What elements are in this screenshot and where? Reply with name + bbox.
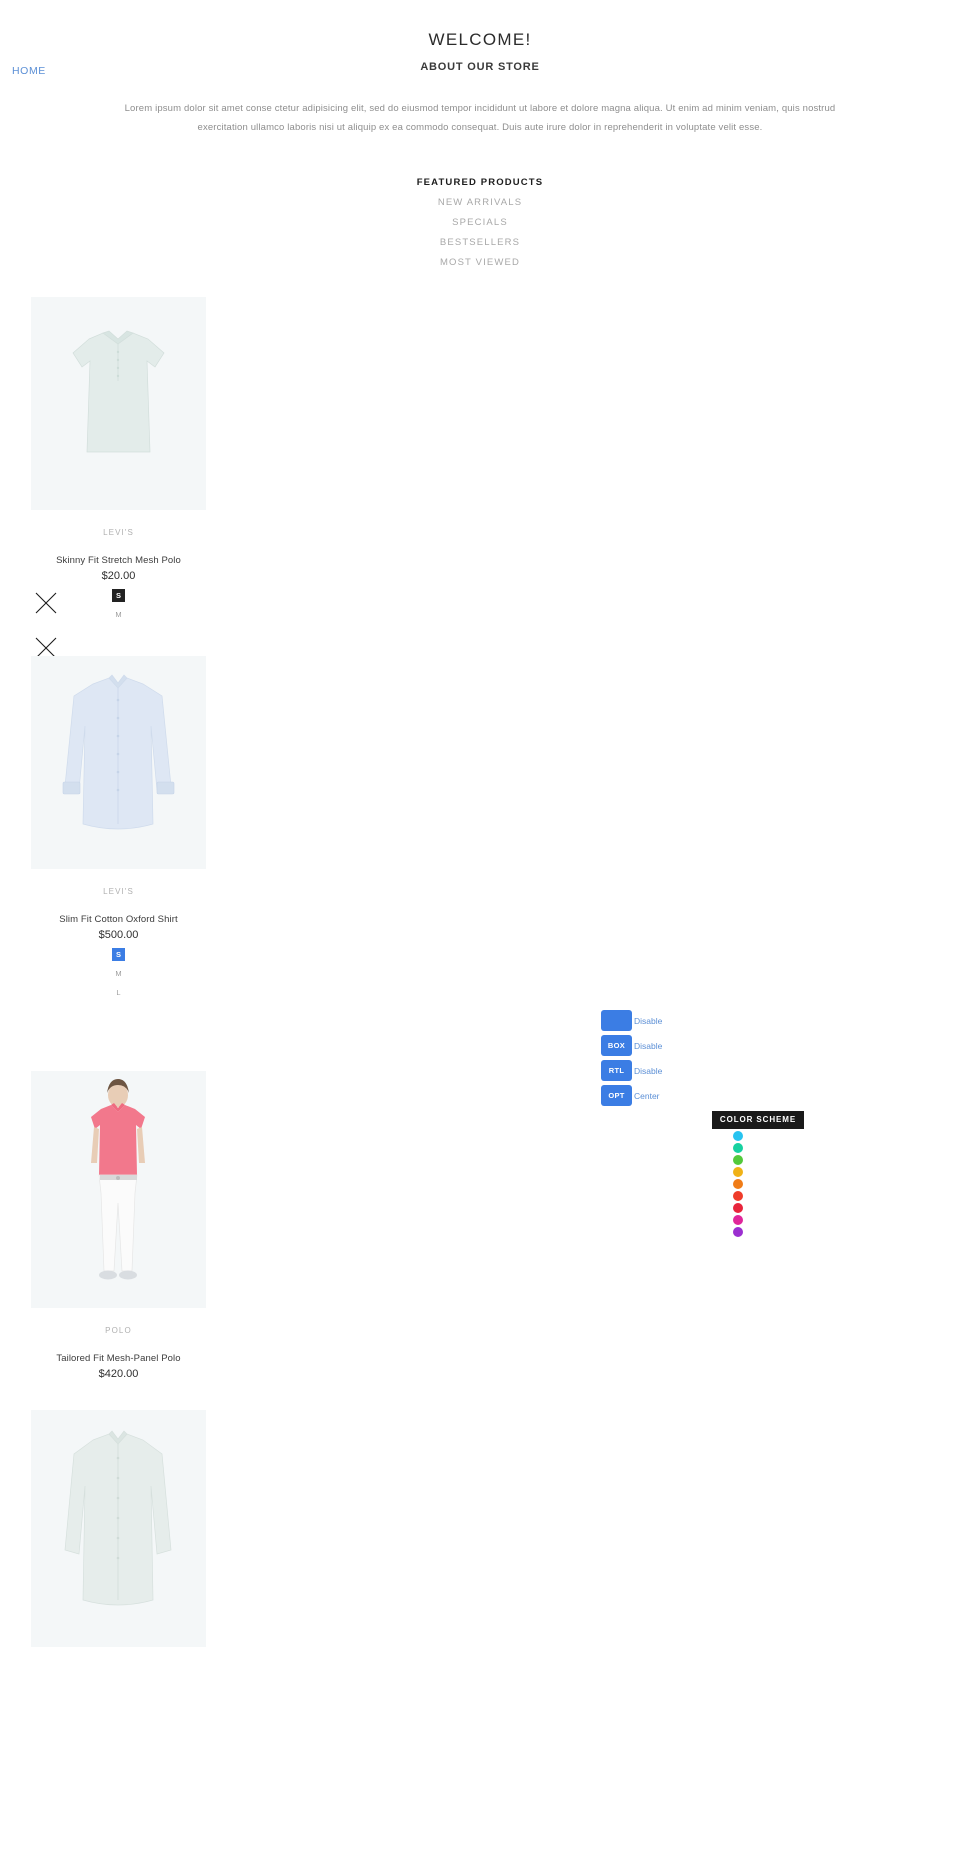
product-brand: POLO	[105, 1326, 132, 1335]
product-card[interactable]: POLO Tailored Fit Mesh-Panel Polo $420.0…	[31, 1071, 381, 1380]
product-price: $20.00	[101, 570, 136, 582]
product-card[interactable]: LEVI'S Slim Fit Cotton Oxford Shirt $500…	[31, 656, 381, 999]
product-image-polo-mint[interactable]	[31, 297, 206, 510]
product-price: $500.00	[98, 929, 139, 941]
product-name[interactable]: Skinny Fit Stretch Mesh Polo	[31, 555, 206, 566]
color-scheme-panel: COLOR SCHEME	[712, 1111, 804, 1239]
setting-row-fixed-header: Disable	[601, 1008, 731, 1033]
color-swatch-cyan[interactable]	[733, 1131, 743, 1141]
theme-settings-panel: Disable BOX Disable RTL Disable OPT Cent…	[601, 1008, 731, 1108]
color-swatch-red-orange[interactable]	[733, 1191, 743, 1201]
page-header: WELCOME! ABOUT OUR STORE	[0, 0, 960, 73]
product-card[interactable]: LEVI'S Skinny Fit Stretch Mesh Polo $20.…	[31, 297, 381, 661]
about-subtitle: ABOUT OUR STORE	[420, 61, 540, 73]
setting-label[interactable]: Center	[634, 1091, 660, 1101]
tab-featured-products[interactable]: FEATURED PRODUCTS	[0, 173, 960, 193]
color-swatch-orange[interactable]	[733, 1179, 743, 1189]
product-image-model-pink-polo[interactable]	[31, 1071, 206, 1308]
color-swatch-yellow[interactable]	[733, 1167, 743, 1177]
dress-shirt-illustration	[62, 674, 175, 830]
product-image-oxford-shirt[interactable]	[31, 656, 206, 869]
product-image-white-shirt[interactable]	[31, 1410, 206, 1647]
product-tab-list: FEATURED PRODUCTS NEW ARRIVALS SPECIALS …	[0, 173, 960, 273]
product-brand: LEVI'S	[103, 887, 134, 896]
toggle-blank-button[interactable]	[601, 1010, 632, 1031]
color-swatch-purple[interactable]	[733, 1227, 743, 1237]
size-option-s[interactable]: S	[112, 948, 125, 961]
product-list: LEVI'S Skinny Fit Stretch Mesh Polo $20.…	[0, 297, 960, 1647]
breadcrumb-home-link[interactable]: HOME	[12, 65, 46, 77]
product-price: $420.00	[98, 1368, 139, 1380]
page-title: WELCOME!	[428, 30, 532, 49]
product-name[interactable]: Slim Fit Cotton Oxford Shirt	[31, 914, 206, 925]
setting-row-opt: OPT Center	[601, 1083, 731, 1108]
tab-most-viewed[interactable]: MOST VIEWED	[0, 253, 960, 273]
product-name[interactable]: Tailored Fit Mesh-Panel Polo	[31, 1353, 206, 1364]
polo-shirt-illustration	[72, 330, 165, 453]
toggle-opt-button[interactable]: OPT	[601, 1085, 632, 1106]
color-swatch-list	[733, 1131, 804, 1237]
color-swatch-pink[interactable]	[733, 1215, 743, 1225]
size-option-s[interactable]: S	[112, 589, 125, 602]
color-swatch-red[interactable]	[733, 1203, 743, 1213]
product-card[interactable]	[31, 1410, 381, 1647]
dress-shirt-illustration	[64, 1430, 172, 1606]
size-option-m[interactable]: M	[112, 967, 125, 980]
setting-label[interactable]: Disable	[634, 1041, 662, 1051]
broken-image-x-icon	[35, 592, 57, 614]
product-size-list: S M L	[31, 948, 206, 999]
tab-bestsellers[interactable]: BESTSELLERS	[0, 233, 960, 253]
setting-label[interactable]: Disable	[634, 1066, 662, 1076]
size-option-l[interactable]: L	[112, 986, 125, 999]
setting-label[interactable]: Disable	[634, 1016, 662, 1026]
tab-specials[interactable]: SPECIALS	[0, 213, 960, 233]
color-scheme-title: COLOR SCHEME	[712, 1111, 804, 1129]
color-swatch-teal[interactable]	[733, 1143, 743, 1153]
toggle-rtl-button[interactable]: RTL	[601, 1060, 632, 1081]
color-swatch-green[interactable]	[733, 1155, 743, 1165]
intro-paragraph: Lorem ipsum dolor sit amet conse ctetur …	[124, 103, 836, 133]
tab-new-arrivals[interactable]: NEW ARRIVALS	[0, 193, 960, 213]
toggle-box-button[interactable]: BOX	[601, 1035, 632, 1056]
size-option-m[interactable]: M	[112, 608, 125, 621]
model-photo-illustration	[31, 1071, 206, 1308]
setting-row-rtl: RTL Disable	[601, 1058, 731, 1083]
setting-row-box-layout: BOX Disable	[601, 1033, 731, 1058]
product-brand: LEVI'S	[103, 528, 134, 537]
